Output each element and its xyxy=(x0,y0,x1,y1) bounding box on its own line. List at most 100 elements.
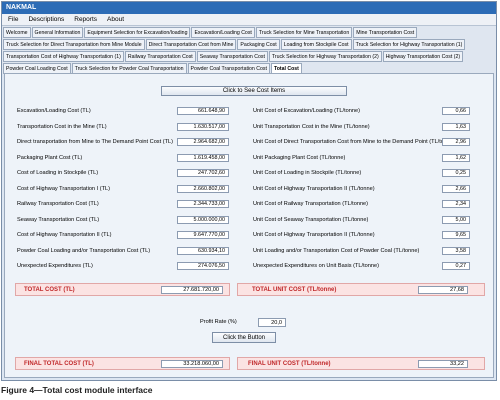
tab[interactable]: Transportation Cost of Highway Transport… xyxy=(3,51,124,62)
total-unit-cost-label: TOTAL UNIT COST (TL/tonne) xyxy=(252,287,337,293)
tab-strip: Welcome General Information Equipment Sele… xyxy=(2,26,496,74)
tab[interactable]: Truck Selection for Highway Transportati… xyxy=(268,51,382,62)
unit-cost-value: 2,66 xyxy=(442,184,470,193)
cost-value: 2.344.733,00 xyxy=(177,200,229,208)
cost-value: 1.619.458,00 xyxy=(177,153,229,162)
cost-label: Unexpected Expenditures (TL) xyxy=(17,263,93,269)
cost-row: Excavation/Loading Cost (TL) 661.648,90 Un… xyxy=(5,106,495,116)
menu-reports[interactable]: Reports xyxy=(74,14,97,25)
final-total-cost-label: FINAL TOTAL COST (TL) xyxy=(24,361,94,367)
unit-cost-value: 0,25 xyxy=(442,169,470,177)
tab[interactable]: Welcome xyxy=(3,27,31,38)
unit-cost-value: 1,63 xyxy=(442,122,470,131)
cost-value: 274.076,50 xyxy=(177,262,229,270)
unit-cost-label: Unit Packaging Plant Cost (TL/tonne) xyxy=(253,154,346,161)
cost-value: 9.647.770,00 xyxy=(177,231,229,239)
tab[interactable]: Truck Selection for Highway Transportati… xyxy=(352,39,466,50)
see-cost-items-button[interactable]: Click to See Cost Items xyxy=(161,86,347,96)
total-cost-panel: Click to See Cost Items Excavation/Loadi… xyxy=(4,73,494,378)
unit-cost-value: 3,58 xyxy=(442,246,470,255)
menu-descriptions[interactable]: Descriptions xyxy=(28,14,64,25)
menu-bar: File Descriptions Reports About xyxy=(2,14,496,26)
tab[interactable]: General Information xyxy=(31,27,84,38)
menu-about[interactable]: About xyxy=(107,14,124,25)
tab[interactable]: Truck Selection for Mine Transportation xyxy=(255,27,353,38)
cost-value: 661.648,90 xyxy=(177,107,229,115)
unit-cost-value: 2,96 xyxy=(442,138,470,146)
unit-cost-value: 9,65 xyxy=(442,231,470,239)
total-cost-bar: TOTAL COST (TL) 27.681.720,00 xyxy=(15,283,230,296)
cost-label: Cost of Highway Transportation I (TL) xyxy=(17,185,110,192)
cost-label: Packaging Plant Cost (TL) xyxy=(17,154,83,161)
cost-row: Powder Coal Loading and/or Transportatio… xyxy=(5,246,495,256)
unit-cost-value: 0,27 xyxy=(442,262,470,270)
cost-label: Transportation Cost in the Mine (TL) xyxy=(17,123,107,130)
cost-row: Direct transportation from Mine to The D… xyxy=(5,137,495,147)
tab[interactable]: Truck Selection for Direct Transportatio… xyxy=(3,39,145,50)
calculate-button[interactable]: Click the Button xyxy=(212,332,276,343)
cost-value: 1.630.517,00 xyxy=(177,122,229,131)
cost-row: Transportation Cost in the Mine (TL) 1.63… xyxy=(5,122,495,132)
cost-row: Unexpected Expenditures (TL) 274.076,50 Un… xyxy=(5,261,495,271)
unit-cost-label: Unit Transportation Cost in the Mine (TL… xyxy=(253,123,370,130)
tab-row: Transportation Cost of Highway Transport… xyxy=(3,51,495,62)
unit-cost-value: 0,66 xyxy=(442,107,470,115)
tab[interactable]: Mine Transportation Cost xyxy=(353,27,418,38)
tab[interactable]: Loading from Stockpile Cost xyxy=(280,39,352,50)
unit-cost-value: 5,00 xyxy=(442,215,470,224)
window-title: NAKMAL xyxy=(2,2,496,14)
cost-value: 5.000.000,00 xyxy=(177,215,229,224)
cost-label: Powder Coal Loading and/or Transportatio… xyxy=(17,247,151,254)
cost-row: Seaway Transportation Cost (TL) 5.000.000… xyxy=(5,215,495,225)
tab[interactable]: Highway Transportation Cost (2) xyxy=(382,51,464,62)
tab[interactable]: Excavation/Loading Cost xyxy=(191,27,255,38)
unit-cost-label: Unit Cost of Highway Transportation II (… xyxy=(253,232,375,238)
final-total-cost-value: 33.218.060,00 xyxy=(161,360,223,368)
cost-value: 2.660.802,00 xyxy=(177,184,229,193)
cost-label: Cost of Highway Transportation II (TL) xyxy=(17,232,112,238)
tab[interactable]: Equipment Selection for Excavation/loadi… xyxy=(84,27,191,38)
app-window: NAKMAL File Descriptions Reports About W… xyxy=(1,1,497,381)
tab-row: Truck Selection for Direct Transportatio… xyxy=(3,39,495,50)
unit-cost-label: Unit Cost of Loading in Stockpile (TL/to… xyxy=(253,170,362,176)
cost-label: Cost of Loading in Stockpile (TL) xyxy=(17,170,99,176)
unit-cost-label: Unit Loading and/or Transportation Cost … xyxy=(253,247,420,254)
menu-file[interactable]: File xyxy=(8,14,18,25)
final-unit-cost-bar: FINAL UNIT COST (TL/tonne) 33,22 xyxy=(237,357,485,370)
final-unit-cost-value: 33,22 xyxy=(418,360,468,368)
total-cost-value: 27.681.720,00 xyxy=(161,286,223,294)
cost-label: Seaway Transportation Cost (TL) xyxy=(17,216,100,223)
unit-cost-label: Unit Cost of Excavation/Loading (TL/tonn… xyxy=(253,108,360,114)
tab[interactable]: Railway Transportation Cost xyxy=(124,51,196,62)
profit-rate-input[interactable]: 20,0 xyxy=(258,318,286,327)
unit-cost-value: 2,34 xyxy=(442,200,470,208)
cost-label: Excavation/Loading Cost (TL) xyxy=(17,108,91,114)
total-unit-cost-value: 27,68 xyxy=(418,286,468,294)
cost-label: Railway Transportation Cost (TL) xyxy=(17,201,99,207)
cost-value: 630.934,10 xyxy=(177,246,229,255)
cost-value: 2.964.682,00 xyxy=(177,138,229,146)
unit-cost-value: 1,62 xyxy=(442,153,470,162)
unit-cost-label: Unit Cost of Direct Transportation Cost … xyxy=(253,139,456,145)
tab[interactable]: Seaway Transportation Cost xyxy=(196,51,268,62)
cost-label: Direct transportation from Mine to The D… xyxy=(17,139,173,145)
unit-cost-label: Unit Cost of Railway Transportation (TL/… xyxy=(253,201,369,207)
tab-row: Welcome General Information Equipment Sele… xyxy=(3,27,495,38)
figure-caption: Figure 4—Total cost module interface xyxy=(1,385,153,395)
final-total-cost-bar: FINAL TOTAL COST (TL) 33.218.060,00 xyxy=(15,357,230,370)
tab[interactable]: Packaging Cost xyxy=(237,39,280,50)
cost-row: Cost of Highway Transportation II (TL) 9.… xyxy=(5,230,495,240)
cost-row: Cost of Highway Transportation I (TL) 2.6… xyxy=(5,184,495,194)
cost-value: 247.702,60 xyxy=(177,169,229,177)
unit-cost-label: Unit Cost of Seaway Transportation (TL/t… xyxy=(253,216,369,223)
cost-row: Packaging Plant Cost (TL) 1.619.458,00 Uni… xyxy=(5,153,495,163)
final-unit-cost-label: FINAL UNIT COST (TL/tonne) xyxy=(248,361,331,367)
unit-cost-label: Unexpected Expenditures on Unit Basis (T… xyxy=(253,263,379,269)
tab[interactable]: Direct Transportation Cost from Mine xyxy=(145,39,237,50)
cost-row: Cost of Loading in Stockpile (TL) 247.702… xyxy=(5,168,495,178)
total-cost-label: TOTAL COST (TL) xyxy=(24,287,75,293)
total-unit-cost-bar: TOTAL UNIT COST (TL/tonne) 27,68 xyxy=(237,283,485,296)
cost-row: Railway Transportation Cost (TL) 2.344.73… xyxy=(5,199,495,209)
unit-cost-label: Unit Cost of Highway Transportation II (… xyxy=(253,185,375,192)
profit-rate-label: Profit Rate (%) xyxy=(200,319,237,325)
